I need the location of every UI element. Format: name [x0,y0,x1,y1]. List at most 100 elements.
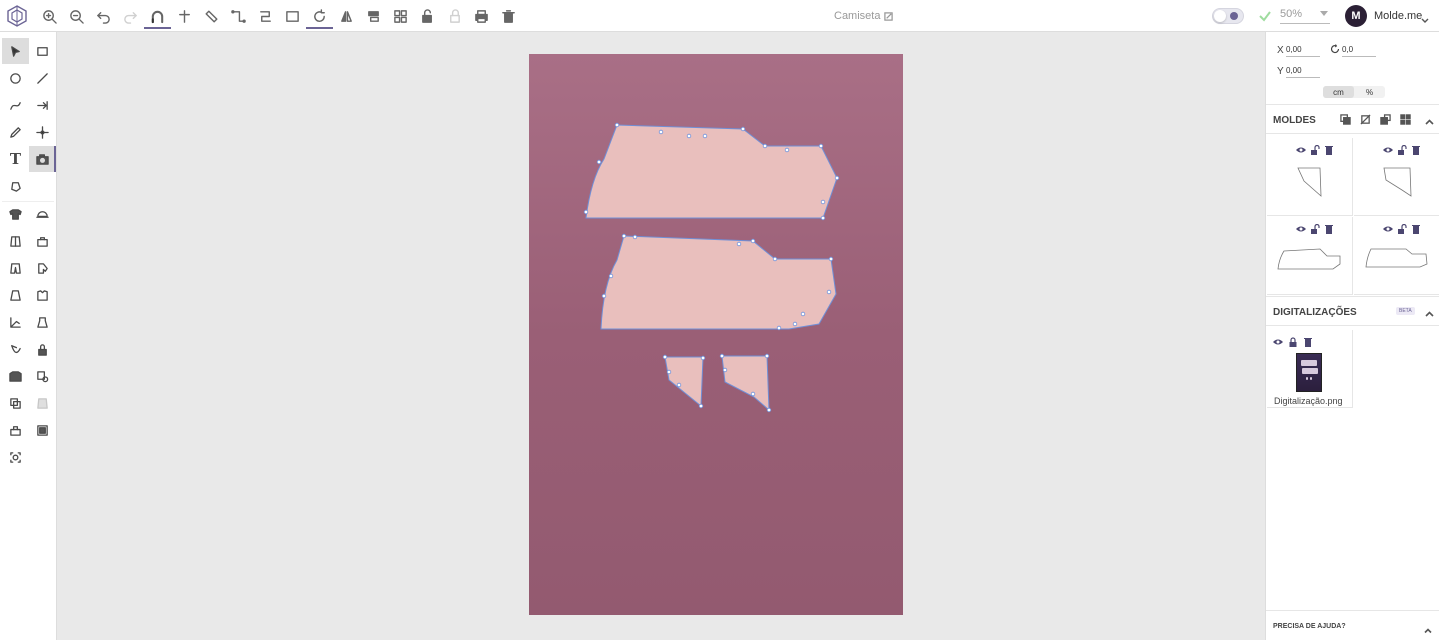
dress-tool[interactable] [29,309,56,335]
unit-percent-option[interactable]: % [1354,86,1385,98]
collapse-scans-icon[interactable] [1425,306,1434,317]
undo-button[interactable] [90,3,117,29]
eye-icon[interactable] [1272,336,1283,347]
unit-toggle[interactable]: cm % [1323,86,1385,98]
pattern-piece-1[interactable] [585,124,838,219]
grid-button[interactable] [387,3,414,29]
unit-cm-option[interactable]: cm [1323,86,1354,98]
scan-thumbnail[interactable] [1296,353,1322,392]
select-tool[interactable] [2,38,29,64]
point-tool[interactable] [29,119,56,145]
rotation-field[interactable]: 0,0 [1342,45,1376,57]
unlock-icon[interactable] [1396,144,1407,155]
mold-tile-3[interactable] [1267,217,1353,295]
rotate-button[interactable] [306,3,333,29]
collar-tool[interactable] [2,336,29,362]
pattern-board[interactable] [529,54,903,615]
collar-icon [11,344,21,353]
ruler-button[interactable] [198,3,225,29]
pants-tool[interactable] [2,255,29,281]
mold-tile-2[interactable] [1354,138,1439,216]
mold-tile-4[interactable] [1354,217,1439,295]
line-icon [37,72,48,84]
pattern-piece-3[interactable] [664,356,704,408]
curve-tool[interactable] [2,92,29,118]
text-tool[interactable]: T [2,146,29,172]
mold-tile-1[interactable] [1267,138,1353,216]
app-logo-icon[interactable] [6,5,28,27]
trash-icon[interactable] [1410,223,1421,234]
merge-tool[interactable] [29,390,56,416]
user-name[interactable]: Molde.me [1374,10,1422,22]
cap-tool[interactable] [29,201,56,227]
help-section[interactable]: PRECISA DE AJUDA? [1266,610,1439,640]
pattern-piece-2[interactable] [600,235,837,330]
magnet-button[interactable] [144,3,171,29]
frame-tool[interactable] [29,417,56,443]
jacket-tool[interactable] [2,363,29,389]
path-button[interactable] [252,3,279,29]
molds-section-header[interactable]: MOLDES [1266,104,1439,134]
collapse-molds-icon[interactable] [1425,114,1434,125]
eye-icon[interactable] [1295,223,1306,234]
skirt-tool[interactable] [2,282,29,308]
trash-icon[interactable] [1323,144,1334,155]
rectangle-select-button[interactable] [279,3,306,29]
bag-tool[interactable] [29,228,56,254]
unlock-button[interactable] [441,3,468,29]
line-tool[interactable] [29,65,56,91]
pencil-tool[interactable] [2,119,29,145]
unlock-icon[interactable] [1309,223,1320,234]
grading-tool[interactable] [2,309,29,335]
lock-piece-tool[interactable] [29,336,56,362]
unlock-icon[interactable] [1396,223,1407,234]
print-button[interactable] [468,3,495,29]
shirt-front-tool[interactable] [2,201,29,227]
rectangle-tool[interactable] [29,38,56,64]
trash-icon[interactable] [1323,223,1334,234]
bodice-tool[interactable] [2,228,29,254]
zoom-out-button[interactable] [63,3,90,29]
eye-icon[interactable] [1382,144,1393,155]
extend-line-tool[interactable] [29,92,56,118]
copy-mold-icon[interactable] [1339,113,1352,126]
expand-help-icon[interactable] [1424,622,1432,634]
x-field[interactable]: 0,00 [1286,45,1320,57]
circle-tool[interactable] [2,65,29,91]
lasso-tool[interactable] [2,173,29,199]
document-title[interactable]: Camiseta [834,10,894,22]
piece-search-tool[interactable] [29,363,56,389]
unlock-icon[interactable] [1309,144,1320,155]
sleeve-tool[interactable] [29,255,56,281]
zoom-select[interactable]: 50% [1280,8,1330,24]
trash-icon[interactable] [1410,144,1421,155]
user-menu-chevron-icon[interactable] [1421,12,1429,23]
pattern-canvas[interactable] [529,54,903,615]
hide-all-icon[interactable] [1359,113,1372,126]
grid-view-icon[interactable] [1399,113,1412,126]
edit-icon[interactable] [884,11,894,21]
y-field[interactable]: 0,00 [1286,66,1320,78]
lock-button[interactable] [414,3,441,29]
pattern-piece-4[interactable] [721,355,770,412]
zoom-in-button[interactable] [36,3,63,29]
trash-icon[interactable] [1302,336,1313,347]
scans-section-header[interactable]: DIGITALIZAÇÕES BETA [1266,296,1439,326]
trash-button[interactable] [495,3,522,29]
eye-icon[interactable] [1382,223,1393,234]
scan-tool[interactable] [2,444,29,470]
lock-all-icon[interactable] [1379,113,1392,126]
redo-button[interactable] [117,3,144,29]
align-button[interactable] [360,3,387,29]
mirror-button[interactable] [333,3,360,29]
cut-tool[interactable] [2,417,29,443]
eye-icon[interactable] [1295,144,1306,155]
avatar[interactable]: M [1345,5,1367,27]
guide-button[interactable] [171,3,198,29]
theme-toggle[interactable] [1212,8,1244,24]
seam-allowance-button[interactable] [225,3,252,29]
lock-icon[interactable] [1287,336,1298,347]
duplicate-tool[interactable] [2,390,29,416]
top-tool[interactable] [29,282,56,308]
camera-tool[interactable] [29,146,56,172]
